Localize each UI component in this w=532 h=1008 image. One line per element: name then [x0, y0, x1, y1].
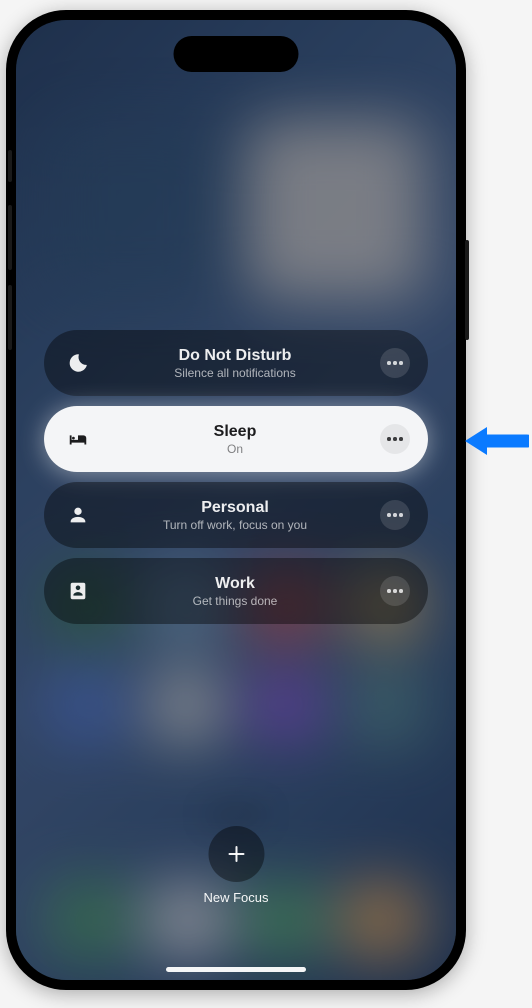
focus-item-dnd[interactable]: Do Not Disturb Silence all notifications [44, 330, 428, 396]
new-focus-label: New Focus [203, 890, 268, 905]
focus-title: Work [215, 574, 255, 593]
badge-icon [66, 579, 90, 603]
ellipsis-icon [387, 437, 403, 441]
person-icon [66, 503, 90, 527]
volume-up-button[interactable] [8, 205, 12, 270]
callout-arrow-icon [463, 421, 529, 466]
page-indicator-blur [206, 805, 266, 825]
volume-down-button[interactable] [8, 285, 12, 350]
more-button[interactable] [380, 500, 410, 530]
focus-subtitle: Get things done [193, 594, 278, 608]
focus-item-sleep[interactable]: Sleep On [44, 406, 428, 472]
ellipsis-icon [387, 513, 403, 517]
bed-icon [66, 427, 90, 451]
focus-subtitle: Turn off work, focus on you [163, 518, 307, 532]
iphone-frame: Do Not Disturb Silence all notifications… [6, 10, 466, 990]
plus-icon [208, 826, 264, 882]
focus-item-personal[interactable]: Personal Turn off work, focus on you [44, 482, 428, 548]
focus-title: Sleep [214, 422, 257, 441]
focus-text: Work Get things done [90, 574, 380, 609]
focus-title: Personal [201, 498, 269, 517]
dynamic-island[interactable] [174, 36, 299, 72]
ellipsis-icon [387, 361, 403, 365]
focus-text: Sleep On [90, 422, 380, 457]
screen: Do Not Disturb Silence all notifications… [16, 20, 456, 980]
home-indicator[interactable] [166, 967, 306, 972]
moon-icon [66, 351, 90, 375]
focus-text: Do Not Disturb Silence all notifications [90, 346, 380, 381]
focus-title: Do Not Disturb [179, 346, 292, 365]
silent-switch[interactable] [8, 150, 12, 182]
more-button[interactable] [380, 576, 410, 606]
focus-subtitle: Silence all notifications [174, 366, 295, 380]
focus-subtitle: On [227, 442, 243, 456]
focus-item-work[interactable]: Work Get things done [44, 558, 428, 624]
ellipsis-icon [387, 589, 403, 593]
power-button[interactable] [465, 240, 469, 340]
more-button[interactable] [380, 348, 410, 378]
focus-list: Do Not Disturb Silence all notifications… [44, 330, 428, 624]
focus-text: Personal Turn off work, focus on you [90, 498, 380, 533]
new-focus-button[interactable]: New Focus [203, 826, 268, 905]
more-button[interactable] [380, 424, 410, 454]
